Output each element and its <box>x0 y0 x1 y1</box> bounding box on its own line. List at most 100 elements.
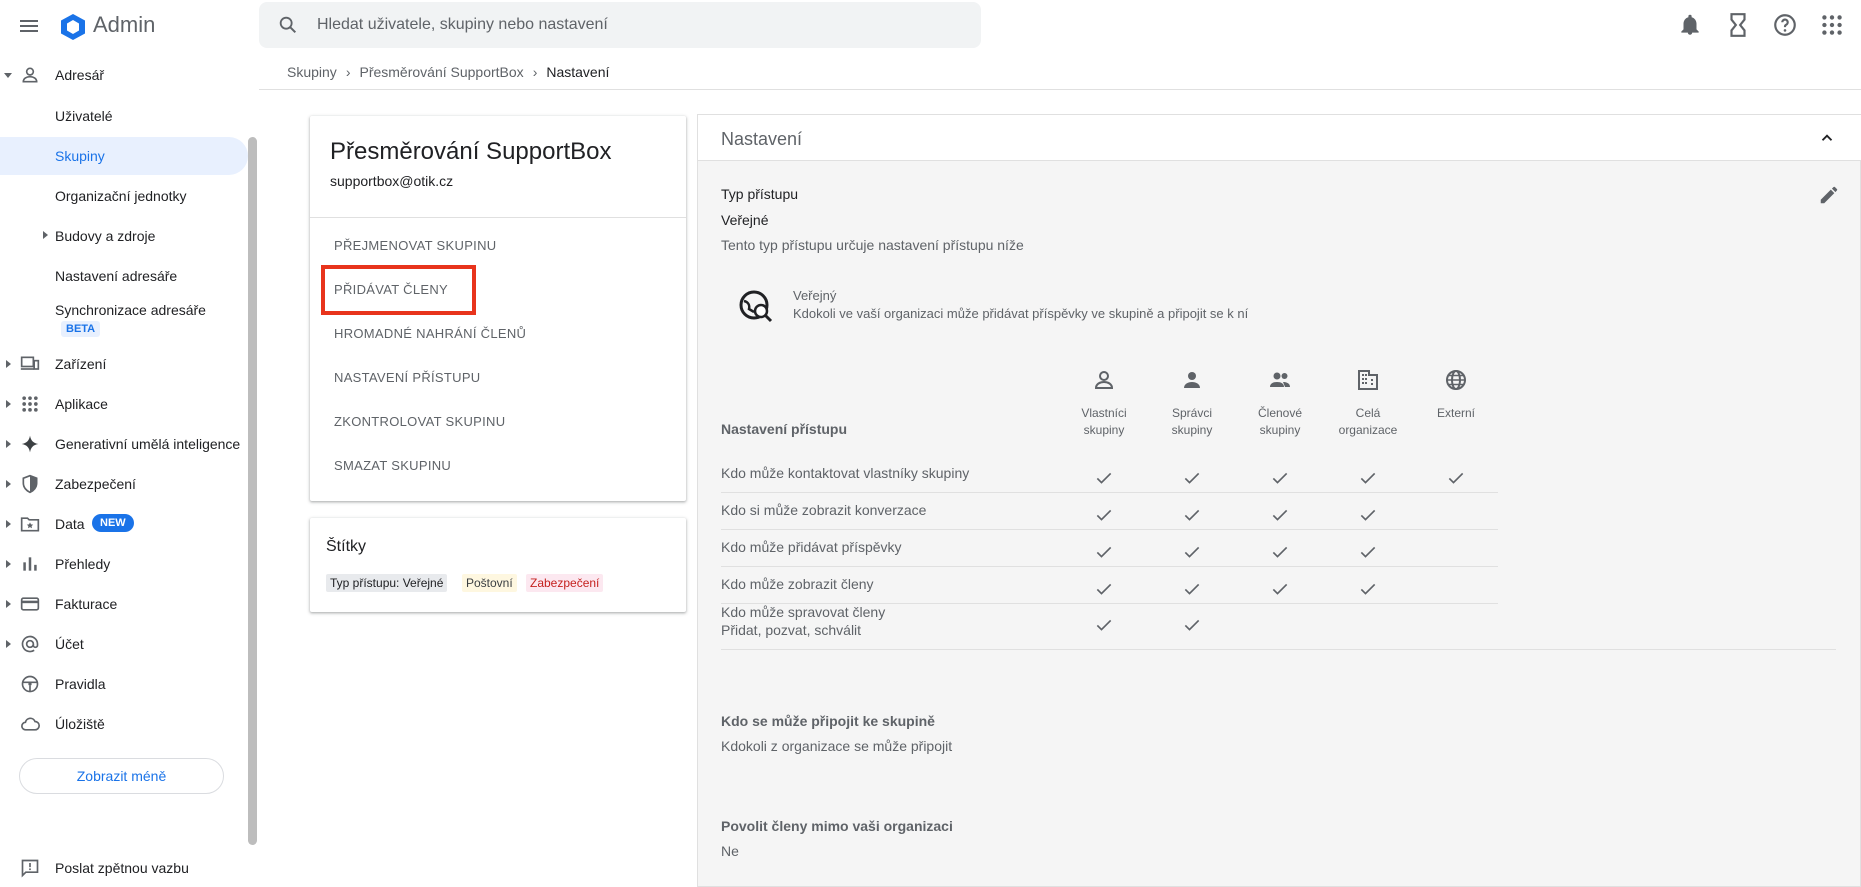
nav-account[interactable]: Účet <box>0 625 248 663</box>
beta-badge: BETA <box>61 321 101 337</box>
selected-nav-highlight <box>0 137 248 175</box>
delete-group-button[interactable]: SMAZAT SKUPINU <box>334 458 451 473</box>
chevron-right-icon[interactable] <box>41 230 49 240</box>
manager-icon <box>1184 372 1200 388</box>
nav-buildings[interactable]: Budovy a zdroje <box>55 228 155 244</box>
breadcrumb: Skupiny › Přesměrování SupportBox › Nast… <box>287 64 609 80</box>
join-value: Kdokoli z organizace se může připojit <box>721 738 953 754</box>
nav-users[interactable]: Uživatelé <box>55 108 113 124</box>
checkmark-icon <box>1360 583 1376 595</box>
checkmark-icon <box>1360 509 1376 521</box>
public-globe-search-icon <box>739 290 773 323</box>
nav-rules[interactable]: Pravidla <box>0 665 248 703</box>
checkmark-icon <box>1272 472 1288 484</box>
nav-devices-label: Zařízení <box>55 356 107 372</box>
labels-title: Štítky <box>326 538 367 555</box>
nav-org-units[interactable]: Organizační jednotky <box>55 188 187 204</box>
checkmark-icon <box>1184 509 1200 521</box>
bulk-upload-members-button[interactable]: HROMADNÉ NAHRÁNÍ ČLENŮ <box>334 326 526 341</box>
access-type-label: Typ přístupu <box>721 186 799 202</box>
show-less-button[interactable]: Zobrazit méně <box>19 758 224 794</box>
chevron-right-icon[interactable] <box>3 639 13 649</box>
chevron-right-icon[interactable] <box>3 519 13 529</box>
breadcrumb-groups[interactable]: Skupiny <box>287 64 337 80</box>
nav-billing[interactable]: Fakturace <box>0 585 248 623</box>
chevron-right-icon[interactable] <box>3 559 13 569</box>
chevron-right-icon[interactable] <box>3 399 13 409</box>
access-type-value: Veřejné <box>721 212 769 228</box>
top-bar: Admin Hledat uživatele, skupiny nebo nas… <box>0 0 1861 52</box>
folder-star-icon <box>20 517 40 532</box>
checkmark-icon <box>1184 583 1200 595</box>
add-members-highlight <box>321 265 476 315</box>
app-title[interactable]: Admin <box>93 12 155 38</box>
row-divider <box>721 649 1836 650</box>
chevron-right-icon[interactable] <box>3 439 13 449</box>
checkmark-icon <box>1096 509 1112 521</box>
checkmark-icon <box>1096 583 1112 595</box>
join-title: Kdo se může připojit ke skupině <box>721 713 935 729</box>
checkmark-icon <box>1096 619 1112 631</box>
nav-storage[interactable]: Úložiště <box>0 705 248 743</box>
checkmark-icon <box>1184 619 1200 631</box>
chevron-down-icon[interactable] <box>3 70 13 80</box>
access-settings-button[interactable]: NASTAVENÍ PŘÍSTUPU <box>334 370 481 385</box>
row-divider <box>721 566 1498 567</box>
group-email: supportbox@otik.cz <box>330 173 454 189</box>
chevron-right-icon[interactable] <box>3 599 13 609</box>
apps-icon <box>22 396 38 412</box>
nav-dir-settings[interactable]: Nastavení adresáře <box>55 268 177 284</box>
nav-feedback-label: Poslat zpětnou vazbu <box>55 860 189 876</box>
label-chip-mail: Poštovní <box>462 574 517 592</box>
nav-storage-label: Úložiště <box>55 716 105 732</box>
nav-groups[interactable]: Skupiny <box>55 148 105 164</box>
nav-genai[interactable]: Generativní umělá inteligence <box>0 425 248 463</box>
settings-panel-title: Nastavení <box>721 129 803 149</box>
review-group-button[interactable]: ZKONTROLOVAT SKUPINU <box>334 414 505 429</box>
nav-devices[interactable]: Zařízení <box>0 345 248 383</box>
nav-security[interactable]: Zabezpečení <box>0 465 248 503</box>
nav-reports[interactable]: Přehledy <box>0 545 248 583</box>
col-members-l1: Členové <box>1257 406 1303 420</box>
chevron-right-icon[interactable] <box>3 359 13 369</box>
sidebar-scrollbar[interactable] <box>248 137 257 845</box>
sparkle-icon <box>21 435 39 453</box>
header-divider <box>259 89 1861 90</box>
external-members-value: Ne <box>721 843 739 859</box>
label-chip-security: Zabezpečení <box>526 574 604 592</box>
chevron-right-icon[interactable] <box>3 479 13 489</box>
col-owners-l1: Vlastníci <box>1081 406 1127 420</box>
chevron-up-icon[interactable] <box>1818 129 1836 147</box>
group-name: Přesměrování SupportBox <box>330 138 612 165</box>
hourglass-icon[interactable] <box>1725 12 1751 38</box>
nav-apps[interactable]: Aplikace <box>0 385 248 423</box>
checkmark-icon <box>1272 583 1288 595</box>
admin-logo-icon <box>61 14 85 40</box>
col-managers-l2: skupiny <box>1171 423 1213 437</box>
nav-directory[interactable]: Adresář <box>0 56 248 94</box>
breadcrumb-group[interactable]: Přesměrování SupportBox <box>359 64 523 80</box>
nav-feedback[interactable]: Poslat zpětnou vazbu <box>0 849 248 887</box>
card-divider <box>310 217 686 218</box>
col-organization-l2: organizace <box>1338 423 1398 437</box>
col-owners-l2: skupiny <box>1083 423 1125 437</box>
steering-wheel-icon <box>21 675 39 693</box>
row-manage-members-sub: Přidat, pozvat, schválit <box>721 622 862 638</box>
settings-panel-header[interactable]: Nastavení <box>698 115 1861 161</box>
nav-genai-label: Generativní umělá inteligence <box>55 436 241 452</box>
rename-group-button[interactable]: PŘEJMENOVAT SKUPINU <box>334 238 496 253</box>
row-divider <box>721 492 1498 493</box>
search-icon <box>279 16 297 34</box>
label-chip-access: Typ přístupu: Veřejné <box>326 574 448 592</box>
settings-panel: Nastavení Typ přístupu Veřejné Tento typ… <box>697 114 1861 887</box>
help-icon[interactable] <box>1772 12 1798 38</box>
notifications-icon[interactable] <box>1677 12 1703 38</box>
menu-icon[interactable] <box>17 14 41 38</box>
shield-icon <box>22 474 38 494</box>
col-owners: Vlastníci skupiny <box>1064 405 1144 439</box>
search-placeholder[interactable]: Hledat uživatele, skupiny nebo nastavení <box>317 16 608 34</box>
search-bar[interactable]: Hledat uživatele, skupiny nebo nastavení <box>259 2 981 48</box>
nav-dir-sync[interactable]: Synchronizace adresáře <box>55 302 206 318</box>
edit-pencil-icon[interactable] <box>1818 184 1840 206</box>
apps-grid-icon[interactable] <box>1819 12 1845 38</box>
